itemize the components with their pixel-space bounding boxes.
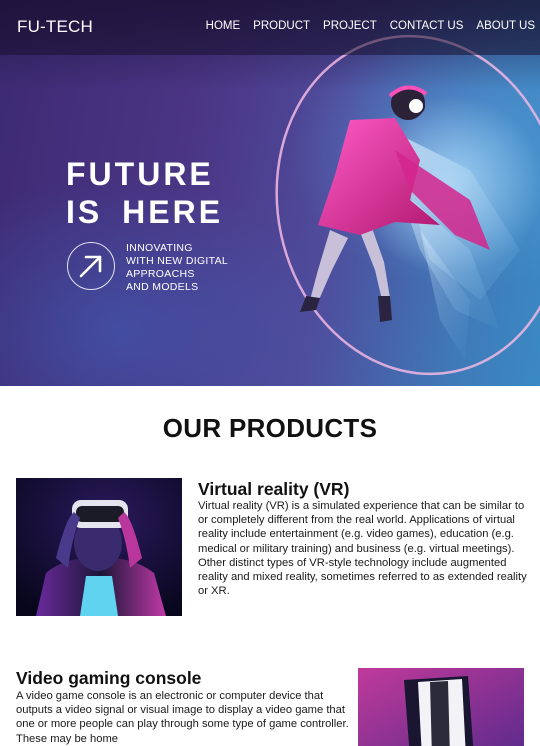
nav-link-about-us[interactable]: ABOUT US (476, 20, 535, 32)
game-console-image (358, 668, 524, 746)
vr-headset-image (16, 478, 182, 616)
nav-link-home[interactable]: HOME (206, 20, 241, 32)
tagline-line: AND MODELS (126, 281, 199, 293)
tagline-line: INNOVATING (126, 242, 193, 254)
nav-link-product[interactable]: PRODUCT (253, 20, 310, 32)
product-description-console: A video game console is an electronic or… (16, 690, 349, 745)
arrow-up-right-icon (79, 255, 102, 278)
product-description-vr: Virtual reality (VR) is a simulated expe… (198, 500, 527, 598)
product-title-vr: Virtual reality (VR) (198, 479, 350, 499)
product-title-console: Video gaming console (16, 668, 202, 688)
nav-link-contact-us[interactable]: CONTACT US (390, 20, 464, 32)
hero-banner: FU-TECH HOME PRODUCT PROJECT CONTACT US … (0, 0, 540, 386)
hero-tagline: INNOVATING WITH NEW DIGITAL APPROACHS AN… (126, 242, 256, 294)
products-heading: OUR PRODUCTS (162, 413, 378, 443)
brand-logo[interactable]: FU-TECH (17, 17, 93, 37)
tagline-line: WITH NEW DIGITAL (126, 255, 229, 267)
hero-title-line-2: IS HERE (66, 194, 224, 230)
top-navbar: FU-TECH HOME PRODUCT PROJECT CONTACT US … (0, 0, 540, 55)
nav-link-project[interactable]: PROJECT (323, 20, 377, 32)
hero-title-line-1: FUTURE (66, 156, 214, 192)
nav-links: HOME PRODUCT PROJECT CONTACT US ABOUT US (206, 20, 535, 32)
tagline-line: APPROACHS (126, 268, 195, 280)
hero-title: FUTURE IS HERE (66, 155, 223, 231)
explore-arrow-button[interactable] (67, 242, 115, 290)
